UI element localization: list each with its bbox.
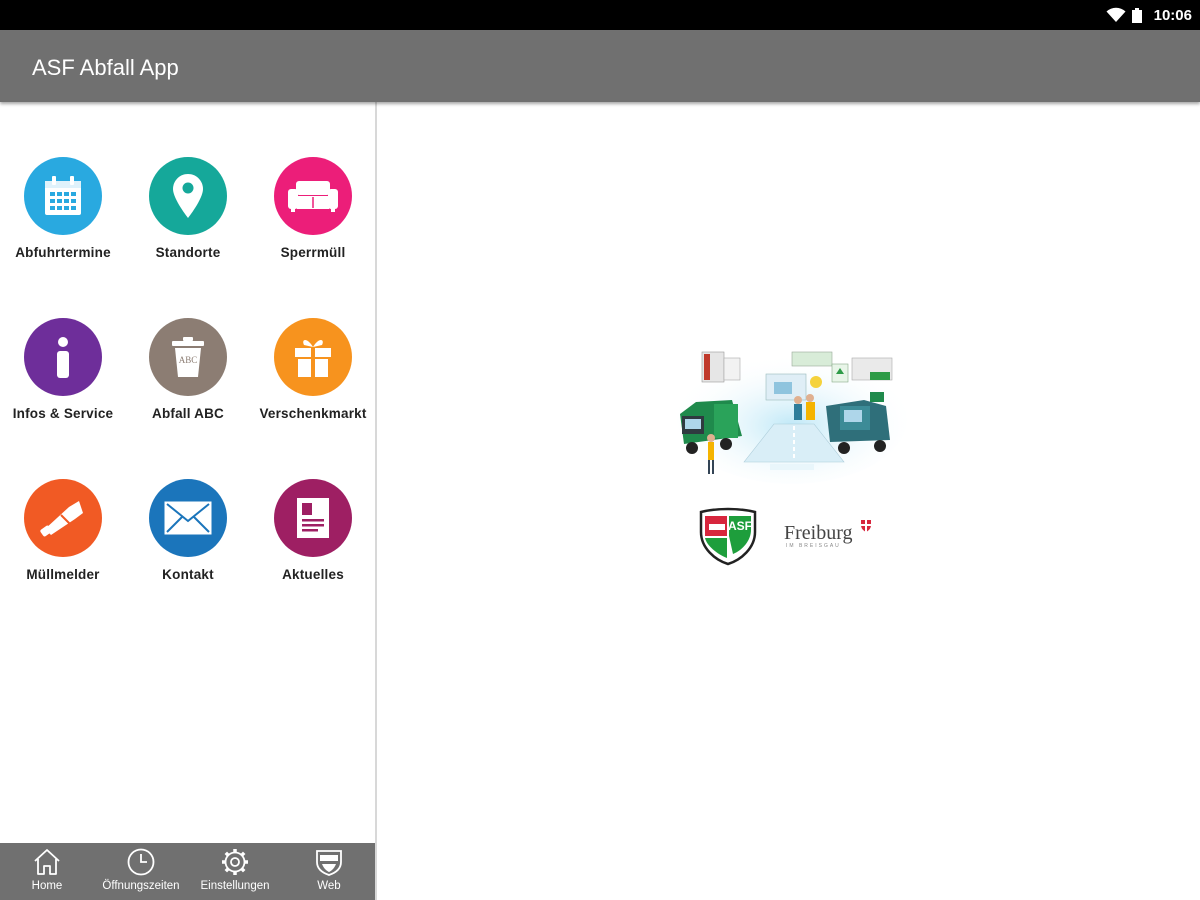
nav-label: Web	[317, 880, 341, 892]
nav-einstellungen[interactable]: Einstellungen	[188, 843, 282, 900]
battery-icon	[1132, 8, 1142, 23]
tile-standorte[interactable]: Standorte	[125, 157, 251, 297]
tile-label: Abfuhrtermine	[15, 245, 111, 260]
tile-abfuhrtermine[interactable]: Abfuhrtermine	[0, 157, 126, 297]
tile-kontakt[interactable]: Kontakt	[125, 479, 251, 619]
tile-label: Sperrmüll	[280, 245, 346, 260]
calendar-icon	[24, 157, 102, 235]
tile-sperrmuell[interactable]: Sperrmüll	[250, 157, 376, 297]
wifi-icon	[1106, 7, 1126, 22]
freiburg-wordmark: Freiburg	[784, 522, 853, 544]
tile-label: Aktuelles	[282, 567, 344, 582]
envelope-icon	[149, 479, 227, 557]
status-bar: 10:06	[0, 0, 1200, 30]
tile-label: Standorte	[155, 245, 221, 260]
tile-label: Infos & Service	[12, 406, 114, 421]
megaphone-icon	[24, 479, 102, 557]
tile-muellmelder[interactable]: Müllmelder	[0, 479, 126, 619]
document-icon	[274, 479, 352, 557]
menu-panel: Abfuhrtermine Standorte Sperrmüll Infos …	[0, 102, 377, 900]
freiburg-cross-icon	[861, 520, 871, 532]
asf-logo-text: ASF	[728, 519, 752, 533]
svg-text:ABC: ABC	[179, 355, 198, 365]
gift-icon	[274, 318, 352, 396]
app-bar: ASF Abfall App	[0, 30, 1200, 102]
app-title: ASF Abfall App	[32, 55, 179, 80]
tile-label: Abfall ABC	[152, 406, 224, 421]
main-content: ASF Freiburg IM BREISGAU	[379, 102, 1200, 900]
tile-abfall-abc[interactable]: ABC Abfall ABC	[125, 318, 251, 458]
tile-infos-service[interactable]: Infos & Service	[0, 318, 126, 458]
clock-time: 10:06	[1153, 7, 1192, 24]
gear-icon	[222, 849, 248, 875]
sofa-icon	[274, 157, 352, 235]
freiburg-logo: Freiburg IM BREISGAU	[784, 520, 871, 549]
info-icon	[24, 318, 102, 396]
tile-label: Müllmelder	[26, 567, 100, 582]
city-waste-illustration	[677, 351, 907, 484]
shield-icon	[316, 850, 342, 876]
nav-home[interactable]: Home	[0, 843, 94, 900]
tile-label: Verschenkmarkt	[259, 406, 367, 421]
tile-label: Kontakt	[162, 567, 214, 582]
clock-icon	[127, 848, 155, 876]
asf-logo: ASF	[699, 507, 757, 566]
location-pin-icon	[149, 157, 227, 235]
tile-aktuelles[interactable]: Aktuelles	[250, 479, 376, 619]
nav-web[interactable]: Web	[282, 843, 376, 900]
nav-oeffnungszeiten[interactable]: Öffnungszeiten	[94, 843, 188, 900]
trash-bin-icon: ABC	[149, 318, 227, 396]
home-icon	[34, 849, 60, 875]
bottom-nav: Home Öffnungszeiten Einstellungen Web	[0, 843, 375, 900]
tile-verschenkmarkt[interactable]: Verschenkmarkt	[250, 318, 376, 458]
